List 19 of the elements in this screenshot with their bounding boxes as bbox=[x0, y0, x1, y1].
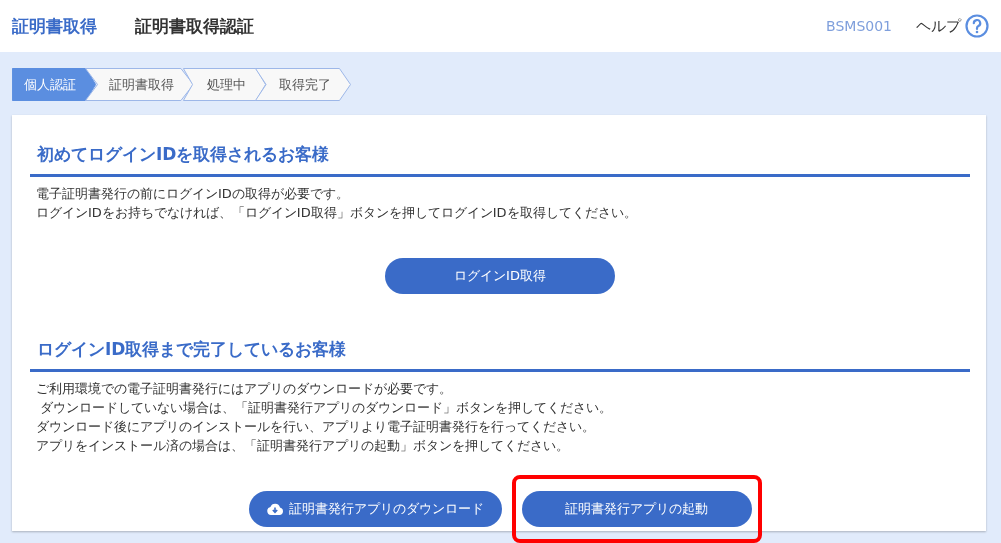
instruction-text: 電子証明書発行の前にログインIDの取得が必要です。 bbox=[36, 185, 350, 203]
screen-id: BSMS001 bbox=[826, 18, 892, 34]
progress-step: 取得完了 bbox=[255, 68, 351, 101]
instruction-text: ダウンロードしていない場合は、「証明書発行アプリのダウンロード」ボタンを押してください。 bbox=[39, 399, 614, 417]
section-heading: 初めてログインIDを取得されるお客様 bbox=[30, 143, 970, 177]
page-title: 証明書取得認証 bbox=[135, 14, 254, 38]
section-heading: ログインID取得まで完了しているお客様 bbox=[30, 338, 970, 372]
instruction-text: アプリをインストール済の場合は、「証明書発行アプリの起動」ボタンを押してください。 bbox=[36, 437, 570, 455]
download-button[interactable]: 証明書発行アプリのダウンロード bbox=[248, 491, 502, 527]
app-title: 証明書取得 bbox=[12, 14, 97, 38]
progress-step: 個人認証 bbox=[12, 68, 96, 101]
help-link[interactable]: ヘルプ bbox=[916, 16, 961, 36]
action-button[interactable]: ログインID取得 bbox=[385, 258, 615, 294]
instruction-text: ダウンロード後にアプリのインストールを行い、アプリより電子証明書発行を行ってください。 bbox=[36, 418, 596, 436]
instruction-text: ログインIDをお持ちでなければ、「ログインID取得」ボタンを押してログインIDを取得してください。 bbox=[36, 204, 638, 222]
action-button[interactable]: 証明書発行アプリの起動 bbox=[521, 491, 752, 527]
cloud-download-icon bbox=[266, 503, 283, 515]
help-icon[interactable] bbox=[965, 14, 989, 38]
instruction-text: ご利用環境での電子証明書発行にはアプリのダウンロードが必要です。 bbox=[36, 380, 453, 398]
